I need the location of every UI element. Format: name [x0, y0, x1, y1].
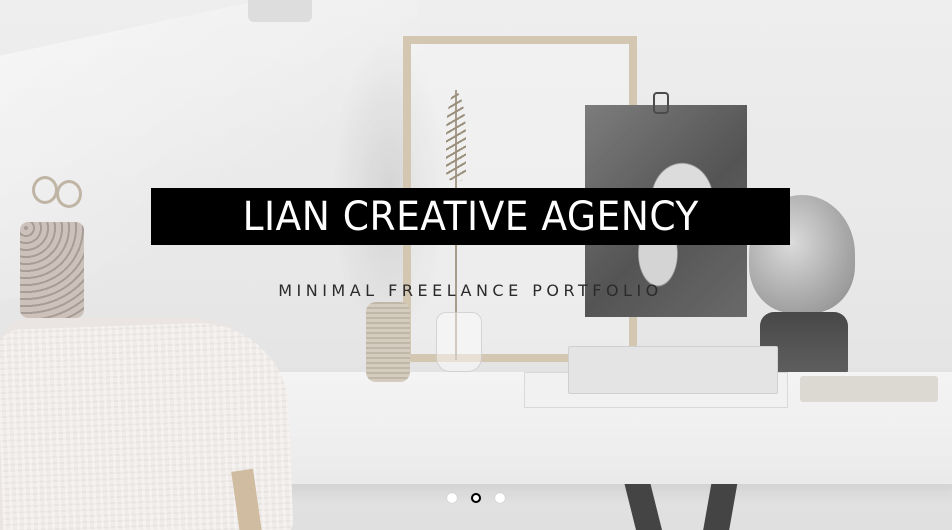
- hero-background-image: [0, 0, 952, 530]
- hero-subtitle: MINIMAL FREELANCE PORTFOLIO: [278, 281, 663, 300]
- hero-title-band: LIAN CREATIVE AGENCY: [151, 188, 790, 245]
- slider-dot-2[interactable]: [471, 493, 481, 503]
- hero-slider: LIAN CREATIVE AGENCY MINIMAL FREELANCE P…: [0, 0, 952, 530]
- slider-dot-1[interactable]: [447, 493, 457, 503]
- image-overlay: [0, 0, 952, 530]
- slider-pagination: [0, 493, 952, 503]
- hero-title: LIAN CREATIVE AGENCY: [242, 193, 699, 240]
- slider-dot-3[interactable]: [495, 493, 505, 503]
